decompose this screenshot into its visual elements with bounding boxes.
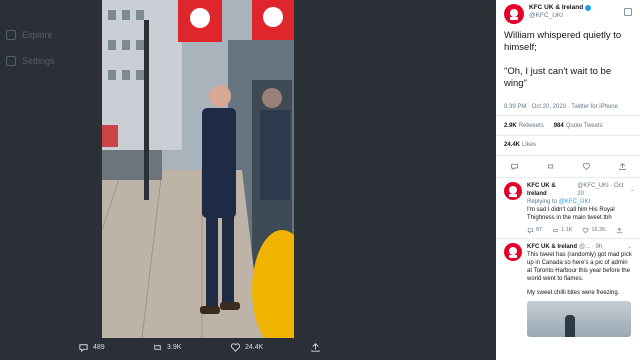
heart-icon <box>230 343 241 352</box>
replying-to: Replying to @KFC_UKI <box>527 198 635 206</box>
avatar[interactable] <box>504 182 522 200</box>
tweet-stats: 2.9K Retweets 984 Quote Tweets <box>496 116 640 136</box>
kfc-logo-icon <box>509 186 517 197</box>
reply-author-name[interactable]: KFC UK & Ireland <box>527 243 577 251</box>
heart-icon[interactable] <box>582 162 591 171</box>
bg-menu-settings-label: Settings <box>22 56 55 66</box>
photo-retweet-count: 3.9K <box>167 344 182 351</box>
quotes-count: 984 <box>553 122 564 129</box>
hashtag-icon <box>6 30 16 40</box>
background-menu: Explore Settings <box>0 22 100 74</box>
reply-image-figure <box>565 315 575 337</box>
avatar[interactable] <box>504 4 524 24</box>
chevron-down-icon[interactable]: ⌄ <box>627 243 632 251</box>
reply-like-button[interactable]: 16.2K <box>582 226 606 234</box>
reply-like-count: 16.2K <box>591 227 606 233</box>
retweets-stat[interactable]: 2.9K Retweets <box>504 123 544 129</box>
bg-menu-settings[interactable]: Settings <box>0 48 100 74</box>
share-icon[interactable] <box>618 162 627 171</box>
tweet-photo[interactable] <box>102 0 294 338</box>
retweet-icon[interactable] <box>546 162 555 171</box>
author-name[interactable]: KFC UK & Ireland <box>529 4 583 12</box>
photo-reply-count: 489 <box>93 344 105 351</box>
reply-tweet[interactable]: KFC UK & Ireland @... · 9h ⌄ This tweet … <box>496 239 640 341</box>
reply-author-handle: @... · 9h <box>579 244 603 250</box>
reply-text-2: My sweet chilli bites were freezing. <box>527 290 620 296</box>
photo-image <box>102 0 294 338</box>
reply-reply-count: 87 <box>536 227 543 233</box>
photo-share-button[interactable] <box>310 342 325 353</box>
reply-text: I'm sad I didn't call him His Royal Thig… <box>527 207 615 221</box>
reply-author-name[interactable]: KFC UK & Ireland <box>527 182 575 198</box>
chevron-down-icon[interactable]: ⌄ <box>630 186 635 194</box>
kfc-logo-icon <box>509 247 517 258</box>
retweet-icon <box>553 228 558 232</box>
tweet-action-bar <box>496 156 640 178</box>
reply-actions: 87 1.1K 16.2K <box>527 226 635 234</box>
reply-retweet-button[interactable]: 1.1K <box>552 226 572 234</box>
photo-action-bar: 489 3.9K 24.4K <box>0 338 496 360</box>
reply-icon <box>527 227 534 234</box>
photo-like-count: 24.4K <box>245 344 264 351</box>
tweet-panel: KFC UK & Ireland @KFC_UKI William whispe… <box>496 0 640 360</box>
tweet-text-line1: William whispered quietly to himself; <box>504 30 622 53</box>
replying-prefix: Replying to <box>527 199 558 205</box>
tweet-text: William whispered quietly to himself; "O… <box>496 28 640 90</box>
share-icon <box>616 227 622 233</box>
share-icon <box>311 343 320 352</box>
reply-icon <box>79 344 88 353</box>
reply-icon[interactable] <box>510 162 519 171</box>
tweet-header: KFC UK & Ireland @KFC_UKI <box>496 0 640 28</box>
more-options-icon[interactable] <box>624 8 632 16</box>
kfc-logo-icon <box>510 9 518 20</box>
photo-reply-button[interactable]: 489 <box>78 342 105 353</box>
tweet-timestamp[interactable]: 8:39 PM · Oct 20, 2020 · Twitter for iPh… <box>496 102 640 116</box>
retweets-count: 2.9K <box>504 122 517 129</box>
photo-retweet-button[interactable]: 3.9K <box>152 342 181 353</box>
replying-to-link[interactable]: @KFC_UKI <box>559 199 590 205</box>
likes-label: Likes <box>522 142 537 148</box>
reply-text: This tweet has (randomly) got mad pick u… <box>527 252 632 282</box>
bg-menu-explore[interactable]: Explore <box>0 22 100 48</box>
likes-count: 24.4K <box>504 142 521 148</box>
quotes-label: Quote Tweets <box>565 122 603 129</box>
reply-image[interactable] <box>527 301 631 337</box>
bg-menu-explore-label: Explore <box>22 30 53 40</box>
retweet-icon <box>154 344 161 351</box>
reply-tweet[interactable]: KFC UK & Ireland @KFC_UKI · Oct 20 ⌄ Rep… <box>496 178 640 239</box>
verified-icon <box>585 5 592 11</box>
quotes-stat[interactable]: 984 Quote Tweets <box>554 123 603 129</box>
likes-stat[interactable]: 24.4K Likes <box>496 136 640 156</box>
reply-retweet-count: 1.1K <box>561 227 573 233</box>
gear-icon <box>6 56 16 66</box>
reply-share-button[interactable] <box>616 227 625 234</box>
reply-author-handle: @KFC_UKI · Oct 20 <box>577 183 624 197</box>
avatar[interactable] <box>504 243 522 261</box>
heart-icon <box>583 227 589 233</box>
reply-reply-button[interactable]: 87 <box>527 226 542 234</box>
author-handle[interactable]: @KFC_UKI <box>529 12 591 20</box>
retweets-label: Retweets <box>518 122 544 129</box>
photo-like-button[interactable]: 24.4K <box>230 342 263 353</box>
tweet-text-line2: "Oh, I just can't wait to be wing" <box>504 66 612 89</box>
